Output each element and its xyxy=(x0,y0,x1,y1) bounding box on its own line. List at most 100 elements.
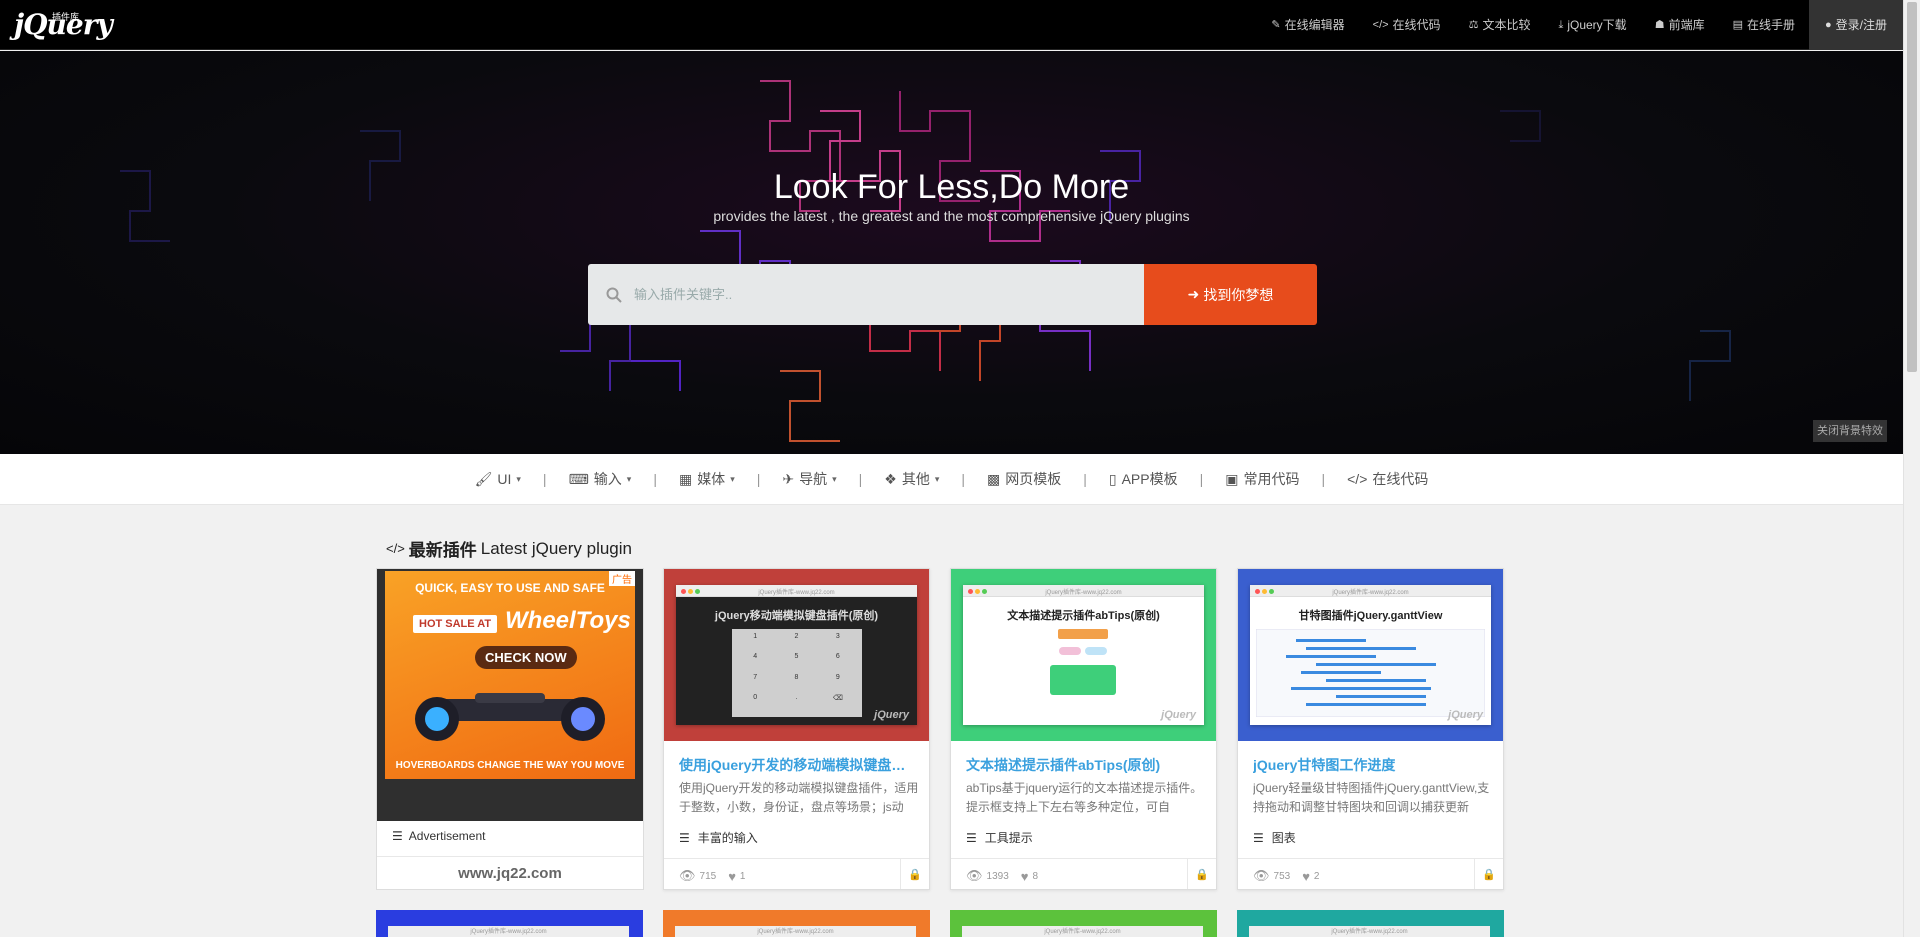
card-thumbnail[interactable]: jQuery插件库-www.jq22.com jQuery移动端模拟键盘插件(原… xyxy=(664,569,929,741)
cat-online-code[interactable]: </> 在线代码 xyxy=(1325,469,1450,489)
card-category[interactable]: ☰ 丰富的输入 xyxy=(679,829,758,846)
thumb-window: jQuery插件库-www.jq22.com xyxy=(388,926,629,937)
nav-label: 在线代码 xyxy=(1392,18,1441,32)
plugin-card-partial[interactable]: jQuery插件库-www.jq22.com xyxy=(376,910,643,937)
eye-icon: 👁 xyxy=(1253,868,1270,883)
top-nav-links: ✎ 在线编辑器 </> 在线代码 ⚖ 文本比较 ⤓ jQuery下载 ☗ 前端库 ▤ 在线手… xyxy=(1257,0,1903,50)
hero-subtitle: provides the latest , the greatest and t… xyxy=(713,208,1190,224)
thumb-url: jQuery插件库-www.jq22.com xyxy=(1332,590,1409,596)
card-description: jQuery轻量级甘特图插件jQuery.ganttView,支持拖动和调整甘特… xyxy=(1253,781,1490,814)
chevron-down-icon: ▾ xyxy=(934,473,940,484)
thumb-url: jQuery插件库-www.jq22.com xyxy=(962,926,1203,937)
close-effect-button[interactable]: 关闭背景特效 xyxy=(1813,420,1887,442)
heart-icon: ♥ xyxy=(1020,868,1029,884)
card-stats: 👁 1393 ♥ 8 xyxy=(966,868,1038,884)
watermark-logo: jQuery xyxy=(874,709,909,721)
nav-online-code[interactable]: </> 在线代码 xyxy=(1359,0,1455,50)
views-value: 1393 xyxy=(986,870,1009,882)
hero-banner: Look For Less,Do More provides the lates… xyxy=(0,51,1903,454)
chevron-down-icon: ▾ xyxy=(626,473,632,484)
thumb-title: 文本描述提示插件abTips(原创) xyxy=(1007,610,1160,622)
card-stats: 👁 753 ♥ 2 xyxy=(1253,868,1319,884)
watermark-logo: jQuery xyxy=(1448,709,1483,721)
plugin-card-partial[interactable]: jQuery插件库-www.jq22.com xyxy=(950,910,1217,937)
ad-line2: HOT SALE AT xyxy=(413,615,498,633)
list-icon: ☰ xyxy=(392,829,403,843)
thumb-title: jQuery移动端模拟键盘插件(原创) xyxy=(714,610,879,622)
thumb-window: jQuery插件库-www.jq22.com xyxy=(675,926,916,937)
ad-label: ☰ Advertisement xyxy=(392,829,485,843)
nav-frontend-lib[interactable]: ☗ 前端库 xyxy=(1641,0,1719,50)
mobile-icon: ▯ xyxy=(1108,470,1117,487)
card-title[interactable]: 使用jQuery开发的移动端模拟键盘插件(原创) xyxy=(679,755,919,775)
card-category[interactable]: ☰ 图表 xyxy=(1253,829,1296,846)
ad-image[interactable]: 广告 QUICK, EASY TO USE AND SAFE HOT SALE … xyxy=(377,569,643,821)
plugin-card[interactable]: jQuery插件库-www.jq22.com 甘特图插件jQuery.gantt… xyxy=(1237,568,1504,890)
nav-label: 文本比较 xyxy=(1482,18,1531,32)
likes-count[interactable]: ♥ 1 xyxy=(728,869,745,884)
cat-input[interactable]: ⌨ 输入 ▾ xyxy=(547,469,654,489)
nav-online-editor[interactable]: ✎ 在线编辑器 xyxy=(1257,0,1358,50)
cat-nav[interactable]: ✈ 导航 ▾ xyxy=(760,469,858,489)
nav-label: jQuery下载 xyxy=(1567,18,1627,32)
likes-value: 8 xyxy=(1032,870,1039,882)
cat-app-templates[interactable]: ▯ APP模板 xyxy=(1087,469,1200,489)
lock-icon: 🔒 xyxy=(908,868,922,881)
download-lock-button[interactable]: 🔒 xyxy=(1474,859,1503,889)
download-icon: ⤓ xyxy=(1558,19,1564,31)
plugin-card[interactable]: jQuery插件库-www.jq22.com 文本描述提示插件abTips(原创… xyxy=(950,568,1217,890)
plugin-card-partial[interactable]: jQuery插件库-www.jq22.com xyxy=(1237,910,1504,937)
thumb-window: jQuery插件库-www.jq22.com xyxy=(962,926,1203,937)
ad-line5: HOVERBOARDS CHANGE THE WAY YOU MOVE xyxy=(395,760,625,771)
category-nav: 🖌 UI ▾ | ⌨ 输入 ▾ | ▦ 媒体 ▾ | ✈ 导航 ▾ | ❖ 其他 ▾ | ▩ 网页模板… xyxy=(0,454,1903,505)
nav-label: 在线手册 xyxy=(1746,18,1795,32)
ad-site-link[interactable]: www.jq22.com xyxy=(377,856,643,889)
nav-label: 在线编辑器 xyxy=(1284,18,1345,32)
keypad-graphic: 1 2 3 4 5 6 7 8 9 0. ⌫ xyxy=(731,629,862,717)
nav-label: 前端库 xyxy=(1668,18,1705,32)
site-logo[interactable]: jQuery 插件库 xyxy=(14,8,113,42)
nav-login-register[interactable]: ● 登录/注册 xyxy=(1809,0,1903,50)
card-category[interactable]: ☰ 工具提示 xyxy=(966,829,1033,846)
ad-banner[interactable]: 广告 QUICK, EASY TO USE AND SAFE HOT SALE … xyxy=(385,571,635,779)
lock-icon: 🔒 xyxy=(1482,868,1496,881)
search-button[interactable]: ➜ 找到你梦想 xyxy=(1144,264,1317,325)
likes-count[interactable]: ♥ 2 xyxy=(1302,869,1319,884)
card-footer: 👁 715 ♥ 1 🔒 xyxy=(664,858,929,889)
scrollbar-thumb[interactable] xyxy=(1907,2,1917,372)
watermark-logo: jQuery xyxy=(1161,709,1196,721)
cat-common-code[interactable]: ▣ 常用代码 xyxy=(1203,469,1321,489)
card-thumbnail[interactable]: jQuery插件库-www.jq22.com 文本描述提示插件abTips(原创… xyxy=(951,569,1216,741)
ad-cta[interactable]: CHECK NOW xyxy=(475,646,577,669)
nav-online-manual[interactable]: ▤ 在线手册 xyxy=(1719,0,1809,50)
search-bar: ➜找到你梦想 xyxy=(588,264,1317,325)
cat-other[interactable]: ❖ 其他 ▾ xyxy=(862,469,961,489)
download-lock-button[interactable]: 🔒 xyxy=(1187,859,1216,889)
cat-media[interactable]: ▦ 媒体 ▾ xyxy=(657,469,757,489)
likes-count[interactable]: ♥ 8 xyxy=(1021,869,1038,884)
plugin-card-partial[interactable]: jQuery插件库-www.jq22.com xyxy=(663,910,930,937)
card-category-label: 工具提示 xyxy=(984,831,1033,845)
ad-card[interactable]: 广告 QUICK, EASY TO USE AND SAFE HOT SALE … xyxy=(376,568,644,890)
cat-ui[interactable]: 🖌 UI ▾ xyxy=(453,471,543,488)
plugin-card[interactable]: jQuery插件库-www.jq22.com jQuery移动端模拟键盘插件(原… xyxy=(663,568,930,890)
page-scrollbar[interactable] xyxy=(1903,0,1920,937)
search-input[interactable] xyxy=(634,287,1114,302)
card-description: abTips基于jquery运行的文本描述提示插件。提示框支持上下左右等多种定位… xyxy=(966,781,1203,814)
gantt-graphic xyxy=(1256,629,1485,717)
nav-text-compare[interactable]: ⚖ 文本比较 xyxy=(1455,0,1545,50)
cat-web-templates[interactable]: ▩ 网页模板 xyxy=(965,469,1083,489)
card-title[interactable]: 文本描述提示插件abTips(原创) xyxy=(966,755,1206,775)
eye-icon: 👁 xyxy=(679,868,696,883)
thumb-window-bar: jQuery插件库-www.jq22.com xyxy=(676,585,917,597)
send-icon: ✈ xyxy=(782,470,795,487)
chevron-down-icon: ▾ xyxy=(516,473,521,484)
card-title[interactable]: jQuery甘特图工作进度 xyxy=(1253,755,1493,775)
download-lock-button[interactable]: 🔒 xyxy=(900,859,929,889)
cat-label: APP模板 xyxy=(1121,471,1178,487)
chevron-down-icon: ▾ xyxy=(832,473,837,484)
card-description: 使用jQuery开发的移动端模拟键盘插件，适用于整数，小数，身份证，盘点等场景；… xyxy=(679,781,919,814)
nav-jquery-download[interactable]: ⤓ jQuery下载 xyxy=(1544,0,1640,50)
card-thumbnail[interactable]: jQuery插件库-www.jq22.com 甘特图插件jQuery.gantt… xyxy=(1238,569,1503,741)
scale-icon: ⚖ xyxy=(1468,19,1479,31)
